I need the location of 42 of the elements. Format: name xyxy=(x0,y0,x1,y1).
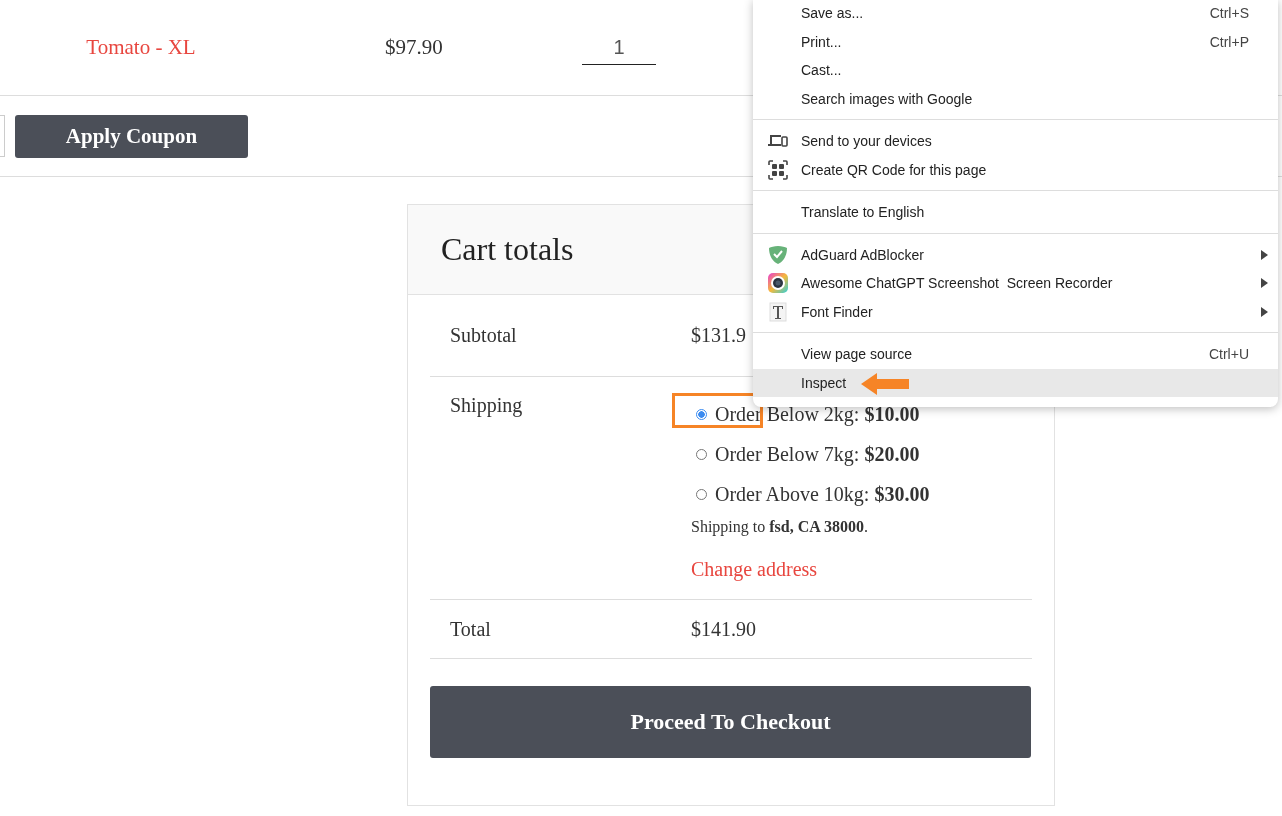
shipping-option[interactable]: Order Above 10kg: $30.00 xyxy=(715,482,930,506)
submenu-arrow-icon xyxy=(1261,306,1268,317)
menu-item[interactable]: Search images with Google xyxy=(753,84,1278,113)
menu-item[interactable]: Save as... Ctrl+S xyxy=(753,0,1278,28)
menu-item[interactable]: Font Finder xyxy=(753,297,1278,326)
menu-item[interactable]: AdGuard AdBlocker xyxy=(753,240,1278,269)
shortcut-label: Ctrl+P xyxy=(1209,33,1249,50)
menu-item[interactable]: Cast... xyxy=(753,56,1278,85)
product-price: $97.90 xyxy=(385,35,444,60)
shipping-option[interactable]: Order Below 2kg: $10.00 xyxy=(715,402,920,426)
row-label: Total xyxy=(449,617,492,641)
submenu-arrow-icon xyxy=(1261,249,1268,260)
checkout-button[interactable]: Proceed To Checkout xyxy=(430,686,1031,758)
menu-item[interactable]: Print... Ctrl+P xyxy=(753,27,1278,56)
radio-button[interactable] xyxy=(696,408,707,420)
panel-title: Cart totals xyxy=(441,231,574,268)
shield-check-icon xyxy=(768,244,788,265)
subtotal-value: $131.9 xyxy=(691,324,746,347)
devices-icon xyxy=(768,134,788,149)
shipping-destination: Shipping to fsd, CA 38000. xyxy=(691,518,868,536)
menu-item[interactable]: Translate to English xyxy=(753,198,1278,227)
camera-lens-icon xyxy=(768,273,788,294)
qr-code-icon xyxy=(768,159,788,180)
quantity-field[interactable]: 1 xyxy=(582,30,656,65)
total-value: $141.90 xyxy=(691,617,756,641)
pointer-arrow xyxy=(861,372,909,395)
row-label: Shipping xyxy=(449,394,524,419)
shipping-option[interactable]: Order Below 7kg: $20.00 xyxy=(715,442,920,466)
menu-item[interactable]: Awesome ChatGPT Screenshot Screen Recorder xyxy=(753,269,1278,298)
menu-item[interactable]: View page source Ctrl+U xyxy=(753,340,1278,369)
submenu-arrow-icon xyxy=(1261,278,1268,289)
change-address-link[interactable]: Change address xyxy=(691,558,818,581)
shortcut-label: Ctrl+U xyxy=(1208,346,1249,363)
menu-item[interactable]: Inspect xyxy=(753,368,1278,397)
menu-item[interactable]: Create QR Code for this page xyxy=(753,155,1278,184)
product-link[interactable]: Tomato - XL xyxy=(0,35,282,60)
menu-item[interactable]: Send to your devices xyxy=(753,127,1278,156)
shortcut-label: Ctrl+S xyxy=(1209,5,1249,22)
row-label: Subtotal xyxy=(449,324,518,347)
apply-coupon-button[interactable]: Apply Coupon xyxy=(15,114,248,158)
coupon-field[interactable] xyxy=(0,115,5,157)
font-icon xyxy=(769,301,787,322)
